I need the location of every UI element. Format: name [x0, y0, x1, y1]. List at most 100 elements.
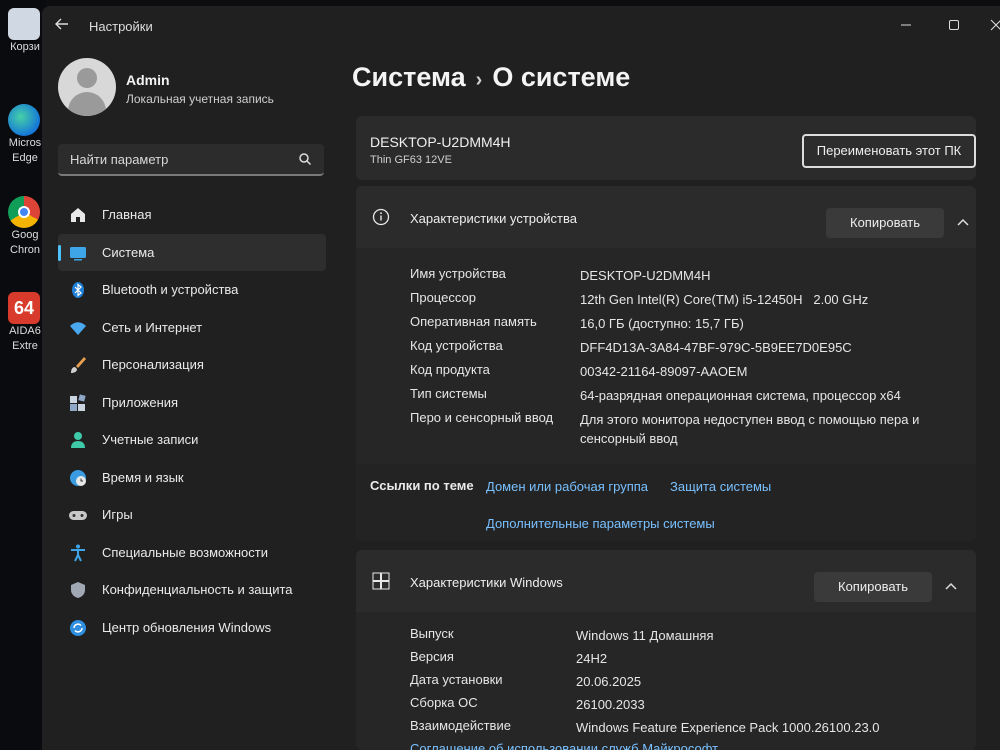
sidebar-item-privacy[interactable]: Конфиденциальность и защита — [58, 571, 326, 609]
device-model: Thin GF63 12VE — [370, 154, 452, 166]
desktop-icon-edge[interactable]: Micros Edge — [8, 104, 44, 166]
spec-key: Оперативная память — [410, 314, 537, 329]
spec-value: 26100.2033 — [576, 697, 645, 712]
spec-value: Windows Feature Experience Pack 1000.261… — [576, 720, 880, 735]
breadcrumb: Система › О системе — [352, 62, 630, 93]
search-placeholder: Найти параметр — [70, 152, 169, 167]
related-links: Ссылки по теме Домен или рабочая группа … — [356, 464, 976, 541]
desktop-icon-recycle-bin[interactable]: Корзи — [8, 8, 44, 55]
windows-specs-header[interactable]: Характеристики Windows Копировать — [356, 550, 976, 612]
sidebar-item-label: Bluetooth и устройства — [102, 282, 239, 297]
spec-value: 24H2 — [576, 651, 608, 666]
search-input[interactable]: Найти параметр — [58, 144, 324, 176]
rename-pc-button[interactable]: Переименовать этот ПК — [802, 134, 976, 168]
brush-icon — [71, 357, 86, 373]
windows-logo-icon — [372, 572, 390, 590]
spec-key: Сборка ОС — [410, 695, 478, 710]
back-arrow-icon — [55, 18, 68, 30]
sidebar-item-label: Центр обновления Windows — [102, 619, 272, 635]
aida64-icon: 64 — [8, 292, 40, 324]
active-indicator — [58, 244, 61, 261]
device-card: DESKTOP-U2DMM4H Thin GF63 12VE Переимено… — [356, 116, 976, 180]
spec-value: 20.06.2025 — [576, 674, 642, 689]
device-specs-card: Характеристики устройства Копировать Имя… — [356, 186, 976, 541]
close-button[interactable] — [988, 18, 1000, 34]
spec-key: Имя устройства — [410, 266, 506, 281]
minimize-button[interactable] — [898, 18, 914, 34]
sidebar-item-label: Конфиденциальность и защита — [102, 582, 293, 597]
avatar-head — [77, 68, 97, 88]
sidebar-item-bluetooth[interactable]: Bluetooth и устройства — [58, 271, 326, 309]
spec-value: 16,0 ГБ (доступно: 15,7 ГБ) — [580, 316, 744, 331]
breadcrumb-parent[interactable]: Система — [352, 62, 466, 92]
account-icon — [71, 432, 85, 448]
profile-subtitle: Локальная учетная запись — [126, 92, 274, 106]
sidebar-item-label: Сеть и Интернет — [102, 319, 203, 335]
spec-value: DESKTOP-U2DMM4H — [580, 268, 711, 283]
sidebar-item-label: Время и язык — [102, 469, 184, 485]
avatar-body — [68, 92, 106, 116]
sidebar-item-time-language[interactable]: Время и язык — [58, 459, 326, 497]
avatar[interactable] — [58, 58, 116, 116]
link-services-agreement[interactable]: Соглашение об использовании служб Майкро… — [410, 741, 718, 750]
maximize-icon — [949, 20, 959, 30]
sidebar-item-label: Приложения — [102, 394, 179, 410]
sidebar-item-system[interactable]: Система — [58, 233, 326, 271]
gamepad-icon — [69, 511, 87, 520]
copy-windows-specs-button[interactable]: Копировать — [814, 572, 932, 602]
sidebar-item-label: Учетные записи — [102, 432, 199, 447]
windows-specs-card: Характеристики Windows Копировать Выпуск… — [356, 550, 976, 750]
sidebar-item-accessibility[interactable]: Специальные возможности — [58, 534, 326, 572]
desktop-icon-aida64[interactable]: 64 AIDA6 Extre — [8, 292, 44, 354]
spec-value: 00342-21164-89097-AAOEM — [580, 364, 748, 379]
page-title: О системе — [492, 62, 631, 92]
desktop: Корзи Micros Edge Goog Chron 64 AIDA6 Ex… — [0, 0, 46, 750]
desktop-icon-chrome[interactable]: Goog Chron — [8, 196, 44, 258]
close-icon — [990, 19, 1000, 31]
edge-icon — [8, 104, 40, 136]
spec-key: Версия — [410, 649, 454, 664]
minimize-icon — [901, 24, 911, 26]
wifi-icon — [70, 321, 86, 335]
settings-window: Настройки Admin Локальная учетная запись… — [42, 6, 1000, 750]
chevron-up-icon[interactable] — [956, 216, 970, 230]
sidebar-item-windows-update[interactable]: Центр обновления Windows — [58, 609, 326, 647]
sidebar-item-gaming[interactable]: Игры — [58, 496, 326, 534]
title-bar: Настройки — [42, 6, 1000, 46]
copy-device-specs-button[interactable]: Копировать — [826, 208, 944, 238]
spec-key: Код устройства — [410, 338, 503, 353]
maximize-button[interactable] — [946, 18, 962, 34]
spec-key: Тип системы — [410, 386, 487, 401]
sidebar-nav: Главная Система Bluetooth и устройства С… — [58, 196, 326, 646]
window-title: Настройки — [89, 19, 153, 34]
sidebar-item-label: Специальные возможности — [102, 544, 268, 560]
sidebar-item-label: Главная — [102, 207, 152, 222]
search-icon — [299, 153, 312, 166]
sidebar-item-apps[interactable]: Приложения — [58, 384, 326, 422]
link-advanced-system-settings[interactable]: Дополнительные параметры системы — [486, 516, 715, 531]
spec-value: DFF4D13A-3A84-47BF-979C-5B9EE7D0E95C — [580, 340, 852, 355]
chrome-icon — [8, 196, 40, 228]
spec-value: 12th Gen Intel(R) Core(TM) i5-12450H 2.0… — [580, 292, 869, 307]
spec-key: Взаимодействие — [410, 718, 511, 733]
back-button[interactable] — [54, 16, 74, 36]
sidebar-item-label: Персонализация — [102, 357, 204, 372]
device-specs-title: Характеристики устройства — [410, 211, 577, 226]
chevron-up-icon[interactable] — [944, 580, 958, 594]
link-domain-workgroup[interactable]: Домен или рабочая группа — [486, 479, 648, 494]
device-specs-header[interactable]: Характеристики устройства Копировать — [356, 186, 976, 248]
sidebar-item-label: Система — [102, 244, 155, 260]
windows-specs-title: Характеристики Windows — [410, 575, 563, 590]
spec-key: Процессор — [410, 290, 476, 305]
spec-key: Перо и сенсорный ввод — [410, 410, 554, 425]
spec-value: 64-разрядная операционная система, проце… — [580, 388, 901, 403]
shield-icon — [71, 582, 85, 598]
link-system-protection[interactable]: Защита системы — [670, 479, 771, 494]
sidebar-item-personalization[interactable]: Персонализация — [58, 346, 326, 384]
sidebar-item-home[interactable]: Главная — [58, 196, 326, 234]
sidebar-item-network[interactable]: Сеть и Интернет — [58, 309, 326, 347]
spec-key: Код продукта — [410, 362, 490, 377]
info-icon — [372, 208, 390, 226]
recycle-bin-icon — [8, 8, 40, 40]
sidebar-item-accounts[interactable]: Учетные записи — [58, 421, 326, 459]
